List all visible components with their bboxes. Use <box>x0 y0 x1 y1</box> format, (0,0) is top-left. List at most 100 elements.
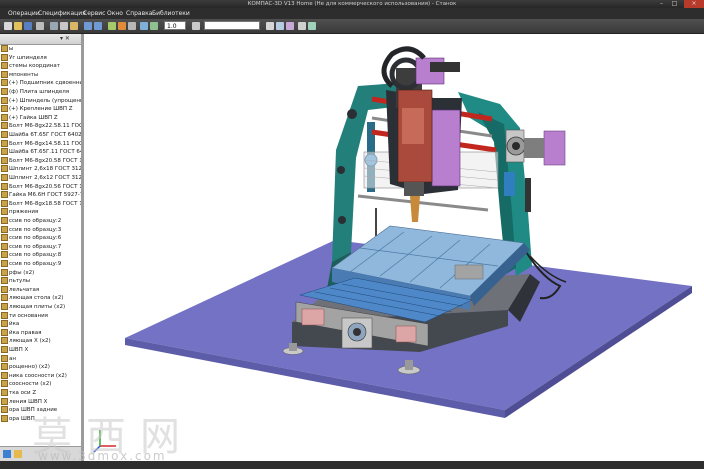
menu-service[interactable]: Сервис <box>83 8 105 19</box>
tree-item[interactable]: ника соосности (x2) <box>0 371 81 380</box>
menu-specification[interactable]: Спецификация <box>38 8 86 19</box>
tree-item[interactable]: тка оси Z <box>0 389 81 397</box>
tree-item[interactable]: ссив по образцу:9 <box>0 260 81 268</box>
menu-libraries[interactable]: Библиотеки <box>152 8 190 19</box>
wire-icon[interactable] <box>192 22 200 30</box>
tree-item[interactable]: Болт М6-8gx18.58 ГОСТ 1559 <box>0 199 81 208</box>
tree-item-label: ШВП X <box>9 347 29 353</box>
tree-item[interactable]: ссив по образцу:2 <box>0 217 81 225</box>
section-icon[interactable] <box>286 22 294 30</box>
model-viewport[interactable] <box>84 34 704 461</box>
tree-item[interactable]: Болт М6-8gx14.58.11 ГОСТ 1... <box>0 139 81 148</box>
tree-item[interactable]: йка правая <box>0 328 81 337</box>
tree-item[interactable]: Шайба 6Т.65Г ГОСТ 6402-70 <box>0 131 81 139</box>
grid-icon[interactable] <box>266 22 274 30</box>
tree-item-label: Шайба 6Т.65Г.11 ГОСТ 6402 <box>9 149 81 156</box>
scale-input[interactable]: 1.0 <box>164 21 186 30</box>
tree-item-label: лельчатая <box>9 286 40 293</box>
tree-item[interactable]: рфы (x2) <box>0 268 81 277</box>
tree-item[interactable]: (+) Шпиндель (упрощенно) <box>0 96 81 105</box>
tree-item[interactable]: Болт М6-8gx20.56 ГОСТ 1559 <box>0 182 81 191</box>
copy-icon[interactable] <box>60 22 68 30</box>
pan-icon[interactable] <box>128 22 136 30</box>
tree-item-label: ссив по образцу:7 <box>9 243 62 250</box>
paste-icon[interactable] <box>70 22 78 30</box>
tree-item[interactable]: стемы координат <box>0 62 81 70</box>
tree-item[interactable]: йка <box>0 320 81 328</box>
spindle-label-plate <box>402 108 424 144</box>
tree-item[interactable]: Болт М6-8gx22.58.11 ГОСТ 1... <box>0 122 81 130</box>
tree-item[interactable]: пьтулы <box>0 277 81 285</box>
pin-button[interactable]: ▾ ✕ <box>60 34 70 44</box>
spindle-nose <box>404 182 424 196</box>
tree-item-label: йка правая <box>9 329 42 336</box>
tree-item[interactable]: Гайка М6.6Н ГОСТ 5927-70 <box>0 191 81 199</box>
part-icon <box>1 139 8 147</box>
orient-icon[interactable] <box>276 22 284 30</box>
tree-item[interactable]: ляющая стола (x2) <box>0 294 81 302</box>
rotate-icon[interactable] <box>118 22 126 30</box>
view-icon[interactable] <box>140 22 148 30</box>
part-icon <box>1 79 8 87</box>
close-button[interactable]: × <box>684 0 704 8</box>
tree-item-label: рощенно) (x2) <box>9 364 50 371</box>
tree-item[interactable]: ления ШВП X <box>0 397 81 406</box>
redo-icon[interactable] <box>94 22 102 30</box>
tree-item[interactable]: (+) Крепление ШВП Z <box>0 105 81 113</box>
tree-item[interactable]: Шайба 6Т.65Г.11 ГОСТ 6402 <box>0 148 81 156</box>
menu-operations[interactable]: Операции <box>8 8 40 19</box>
measure-icon[interactable] <box>298 22 306 30</box>
tree-item[interactable]: лельчатая <box>0 285 81 294</box>
tree-item-label: тка оси Z <box>9 390 37 396</box>
tree-item[interactable]: ссив по образцу:6 <box>0 234 81 242</box>
minimize-button[interactable]: – <box>655 0 668 8</box>
tree-item[interactable]: ан <box>0 354 81 363</box>
print-icon[interactable] <box>36 22 44 30</box>
tree-item-label: соосности (x2) <box>9 381 52 388</box>
maximize-button[interactable]: □ <box>668 0 681 8</box>
cut-icon[interactable] <box>50 22 58 30</box>
tree-item[interactable]: Болт М6-8gx20.58 ГОСТ 1559 <box>0 156 81 165</box>
tree-item[interactable]: (+) Гайка ШВП Z <box>0 113 81 122</box>
part-icon <box>1 414 8 422</box>
part-icon <box>1 45 8 52</box>
tree-item[interactable]: соосности (x2) <box>0 380 81 388</box>
shade-icon[interactable] <box>150 22 158 30</box>
filter-icon[interactable] <box>308 22 316 30</box>
tree-item[interactable]: ШВП X <box>0 346 81 354</box>
part-icon <box>1 354 8 362</box>
model-tree[interactable]: ы Уг шпинделя стемы координат мпоненты (+) П… <box>0 45 81 445</box>
tree-item[interactable]: ы <box>0 45 81 53</box>
part-icon <box>1 70 8 78</box>
tree-item[interactable]: Уг шпинделя <box>0 53 81 62</box>
tree-item-label: ника соосности (x2) <box>9 372 67 379</box>
tree-item[interactable]: (+) Подшипник сдвоенный ( <box>0 79 81 87</box>
tree-item[interactable]: ссив по образцу:3 <box>0 225 81 234</box>
tree-item[interactable]: рощенно) (x2) <box>0 363 81 371</box>
new-icon[interactable] <box>4 22 12 30</box>
tree-item[interactable]: (ф) Плита шпинделя <box>0 88 81 96</box>
tree-item[interactable]: мпоненты <box>0 70 81 79</box>
menu-window[interactable]: Окно <box>107 8 123 19</box>
open-icon[interactable] <box>14 22 22 30</box>
view-mode-select[interactable] <box>204 21 260 30</box>
tree-item-label: пряжения <box>9 209 39 216</box>
menu-help[interactable]: Справка <box>126 8 152 19</box>
tree-item[interactable]: ляющая X (x2) <box>0 337 81 345</box>
tree-item[interactable]: ссив по образцу:8 <box>0 251 81 259</box>
tree-item[interactable]: Шплинт 2,6х18 ГОСТ 3128-70 <box>0 165 81 173</box>
tree-item[interactable]: ора ШВП <box>0 414 81 423</box>
save-icon[interactable] <box>24 22 32 30</box>
tree-tab-icons[interactable] <box>0 447 81 462</box>
tree-item[interactable]: ора ШВП задние <box>0 406 81 414</box>
tree-item[interactable]: ти основания <box>0 311 81 320</box>
tree-item[interactable]: пряжения <box>0 208 81 216</box>
zoom-icon[interactable] <box>108 22 116 30</box>
tree-item-label: Болт М6-8gx18.58 ГОСТ 1559 <box>9 200 81 207</box>
tree-item-label: мпоненты <box>9 71 39 78</box>
tree-item[interactable]: ляющая плиты (x2) <box>0 303 81 311</box>
undo-icon[interactable] <box>84 22 92 30</box>
tree-item[interactable]: ссив по образцу:7 <box>0 242 81 251</box>
tree-item[interactable]: Шплинт 2,6х12 ГОСТ 3128-70 <box>0 174 81 182</box>
tree-item-label: Уг шпинделя <box>9 54 47 61</box>
